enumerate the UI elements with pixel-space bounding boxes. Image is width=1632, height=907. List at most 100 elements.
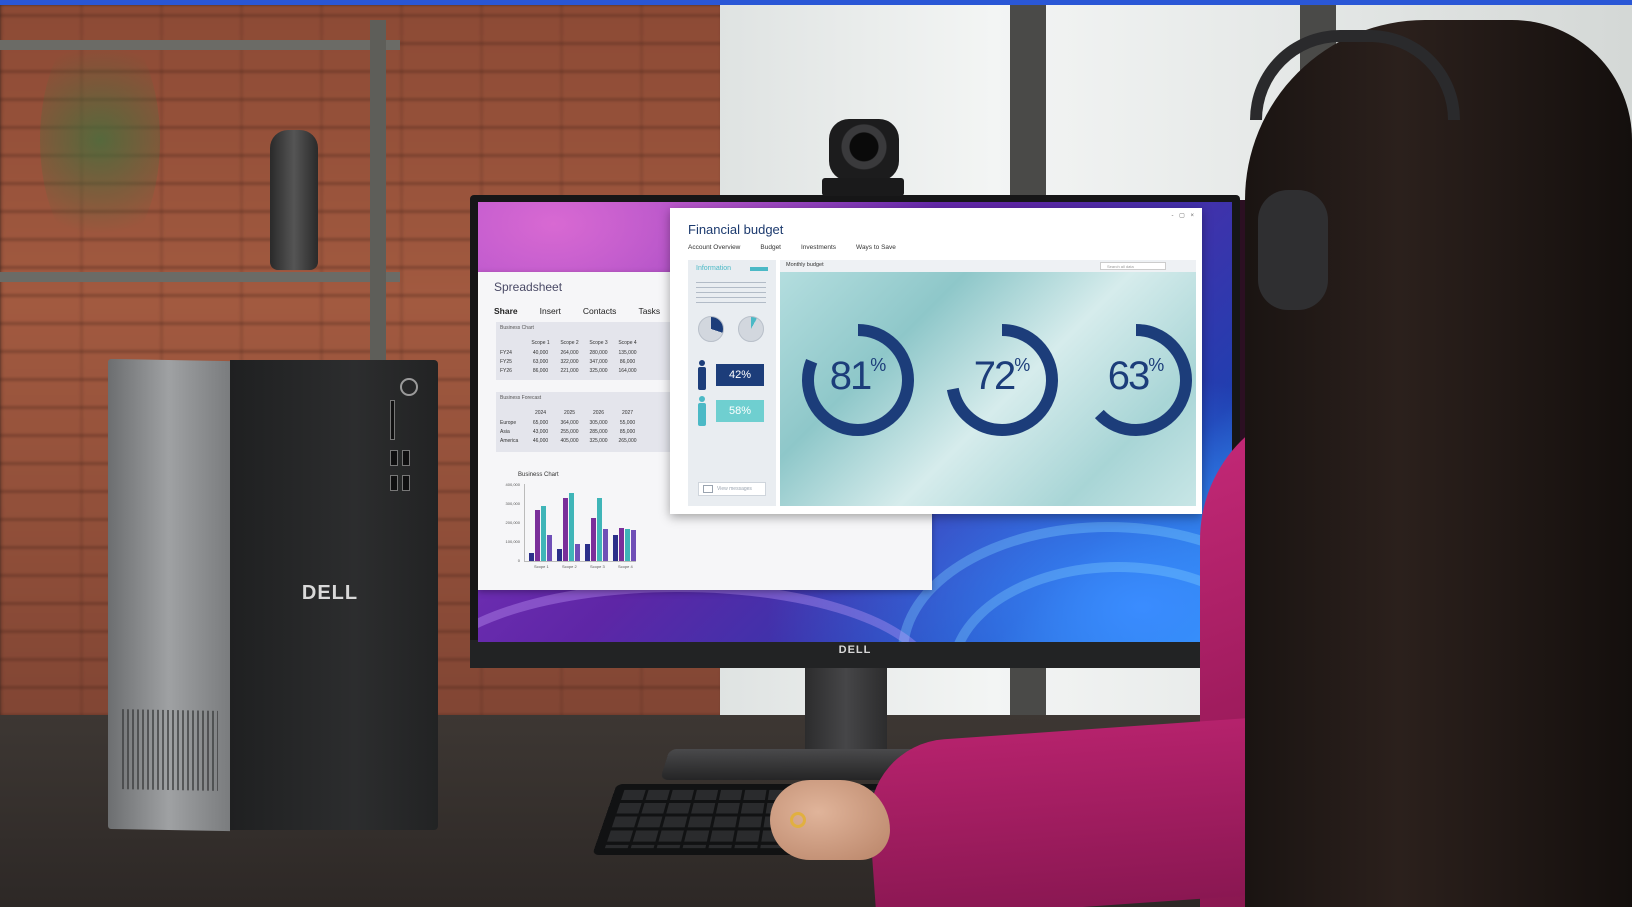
webcam: [829, 119, 899, 181]
power-button: [400, 378, 418, 396]
monthly-budget-title: Monthly budget: [786, 262, 824, 268]
monthly-budget-header: Monthly budget Search all data: [780, 260, 1196, 272]
table-cell: America: [500, 438, 519, 444]
table-cell: Asia: [500, 429, 510, 435]
business-chart-table: Business Chart Scope 1 Scope 2 Scope 3 S…: [496, 322, 672, 380]
ring-value: 72%: [942, 354, 1062, 399]
bar: [625, 529, 630, 561]
view-messages-button[interactable]: View messages: [698, 482, 766, 496]
tab-ways-to-save[interactable]: Ways to Save: [856, 244, 896, 251]
ring-value: 63%: [1076, 354, 1196, 399]
bar: [547, 534, 552, 561]
headset-earcup: [1258, 190, 1328, 310]
table-cell: 285,000: [589, 429, 608, 435]
table-header-cell: [496, 340, 526, 346]
table-cell: 135,000: [618, 350, 637, 356]
table-caption: Business Chart: [500, 325, 534, 331]
table-header-cell: 2024: [534, 410, 547, 416]
sd-slot: [390, 400, 395, 440]
y-tick-label: 100,000: [505, 539, 520, 544]
tower-logo: DELL: [301, 582, 359, 604]
arrow-icon: [750, 267, 768, 271]
usb-port: [390, 475, 398, 491]
webcam-clip: [822, 178, 904, 196]
table-header: 2024 2025 2026 2027: [496, 410, 642, 416]
finger-ring: [790, 812, 806, 828]
table-cell: 86,000: [619, 359, 636, 365]
bar: [529, 553, 534, 561]
ring-number: 72: [973, 354, 1016, 398]
table-cell: 347,000: [589, 359, 608, 365]
spreadsheet-tabs: Share Insert Contacts Tasks: [494, 306, 660, 316]
y-tick-label: 200,000: [505, 520, 520, 525]
table-header-cell: Scope 4: [618, 340, 637, 346]
usb-port: [402, 475, 410, 491]
table-row: Asia 43,000 255,000 285,000 85,000: [496, 429, 642, 435]
progress-ring: 63%: [1076, 320, 1196, 440]
search-input[interactable]: Search all data: [1100, 262, 1166, 270]
table-cell: FY26: [500, 368, 512, 374]
window-controls[interactable]: - ▢ ×: [1171, 212, 1196, 219]
bar: [591, 517, 596, 561]
bar: [585, 544, 590, 561]
pie-icon: [738, 316, 764, 342]
table-cell: 55,000: [619, 420, 636, 426]
table-row: America 46,000 405,000 325,000 265,000: [496, 438, 642, 444]
table-cell: 325,000: [589, 368, 608, 374]
usb-port: [402, 450, 410, 466]
table-cell: 86,000: [532, 368, 549, 374]
table-cell: 364,000: [560, 420, 579, 426]
information-panel: Information 42% 58% View messages: [688, 260, 776, 506]
table-cell: 325,000: [589, 438, 608, 444]
business-forecast-table: Business Forecast 2024 2025 2026 2027 Eu…: [496, 392, 672, 452]
table-row: FY24 40,000 264,000 280,000 135,000: [496, 350, 642, 356]
tab-account-overview[interactable]: Account Overview: [688, 244, 740, 251]
information-title: Information: [696, 265, 732, 272]
table-cell: 46,000: [532, 438, 549, 444]
shelf: [0, 272, 400, 282]
table-cell: 63,000: [532, 359, 549, 365]
bar: [575, 544, 580, 561]
table-row: Europe 65,000 364,000 305,000 55,000: [496, 420, 642, 426]
ring-number: 81: [829, 354, 872, 398]
monitor-logo: DELL: [838, 644, 872, 656]
tab-tasks[interactable]: Tasks: [638, 306, 660, 316]
ring-value: 81%: [798, 354, 918, 399]
tab-budget[interactable]: Budget: [760, 244, 781, 251]
table-cell: 65,000: [532, 420, 549, 426]
progress-ring: 81%: [798, 320, 918, 440]
table-cell: 265,000: [618, 438, 637, 444]
bar: [631, 529, 636, 561]
table-header-cell: Scope 1: [531, 340, 550, 346]
table-cell: 221,000: [560, 368, 579, 374]
monitor-stand: [805, 666, 887, 762]
financial-title: Financial budget: [688, 222, 784, 237]
table-caption: Business Forecast: [500, 395, 542, 401]
desktop-tower: DELL: [108, 358, 438, 832]
tower-side-panel: [108, 358, 230, 832]
tab-investments[interactable]: Investments: [801, 244, 836, 251]
tab-contacts[interactable]: Contacts: [583, 306, 617, 316]
table-cell: 255,000: [560, 429, 579, 435]
tab-insert[interactable]: Insert: [540, 306, 561, 316]
male-percentage: 42%: [716, 364, 764, 386]
table-cell: 405,000: [560, 438, 579, 444]
person-arm: [864, 715, 1296, 907]
usb-port: [390, 450, 398, 466]
mail-icon: [703, 485, 713, 493]
spreadsheet-title: Spreadsheet: [494, 280, 563, 294]
financial-budget-window: - ▢ × Financial budget Account Overview …: [670, 208, 1202, 514]
y-tick-label: 0: [517, 558, 520, 563]
x-tick-label: Scope 1: [534, 564, 549, 569]
tab-share[interactable]: Share: [494, 306, 518, 316]
bar: [597, 497, 602, 561]
bar: [535, 509, 540, 561]
female-percentage: 58%: [716, 400, 764, 422]
table-cell: 264,000: [560, 350, 579, 356]
percent-sign: %: [870, 355, 887, 375]
table-cell: 40,000: [532, 350, 549, 356]
table-cell: Europe: [500, 420, 517, 426]
monitor-screen: Spreadsheet Share Insert Contacts Tasks …: [478, 202, 1232, 642]
y-tick-label: 400,000: [505, 482, 520, 487]
table-header-cell: 2025: [563, 410, 576, 416]
